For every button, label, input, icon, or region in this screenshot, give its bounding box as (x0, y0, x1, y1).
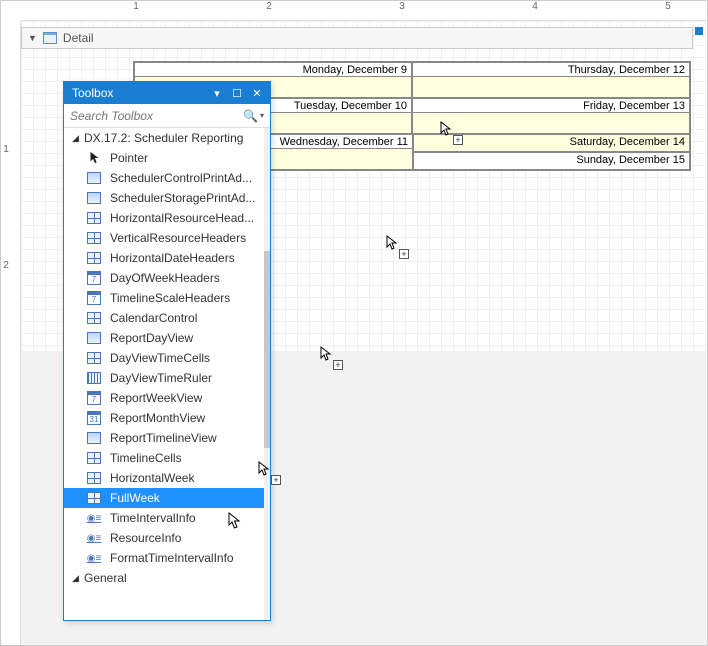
toolbox-item[interactable]: TimelineCells (64, 448, 270, 468)
toolbox-item-label: TimelineCells (110, 451, 182, 465)
toolbox-item-label: SchedulerControlPrintAd... (110, 171, 252, 185)
toolbox-category[interactable]: ◢ DX.17.2: Scheduler Reporting (64, 128, 270, 148)
toolbox-item-label: ReportDayView (110, 331, 193, 345)
selection-handle[interactable] (695, 27, 703, 35)
scrollbar-track[interactable] (264, 128, 270, 620)
vertical-ruler: 1 2 (1, 21, 21, 645)
toolbox-item[interactable]: HorizontalWeek (64, 468, 270, 488)
toolbox-item[interactable]: ◉≡FormatTimeIntervalInfo (64, 548, 270, 568)
toolbox-item[interactable]: Pointer (64, 148, 270, 168)
toolbox-titlebar[interactable]: Toolbox ▾ ☐ ✕ (64, 82, 270, 104)
toolbox-item[interactable]: HorizontalResourceHead... (64, 208, 270, 228)
toolbox-item-label: ReportWeekView (110, 391, 202, 405)
close-icon[interactable]: ✕ (248, 85, 266, 101)
day-header: Friday, December 13 (413, 99, 689, 113)
toolbox-list[interactable]: ◢ DX.17.2: Scheduler Reporting Pointer Sc… (64, 128, 270, 620)
drag-cursor-icon: + (385, 235, 405, 255)
toolbox-item-label: FullWeek (110, 491, 160, 505)
collapse-icon[interactable]: ▼ (28, 33, 37, 43)
caret-down-icon: ◢ (72, 573, 80, 584)
toolbox-item-label: FormatTimeIntervalInfo (110, 551, 234, 565)
day-header: Monday, December 9 (135, 63, 411, 77)
toolbox-item[interactable]: 31ReportMonthView (64, 408, 270, 428)
scheduler-cell: Thursday, December 12 (412, 62, 690, 98)
toolbox-item-label: TimeIntervalInfo (110, 511, 196, 525)
toolbox-item[interactable]: ◉≡TimeIntervalInfo (64, 508, 270, 528)
toolbox-item[interactable]: SchedulerStoragePrintAd... (64, 188, 270, 208)
toolbox-item[interactable]: VerticalResourceHeaders (64, 228, 270, 248)
detail-label: Detail (63, 31, 94, 45)
search-dropdown-icon[interactable]: ▾ (260, 111, 264, 120)
toolbox-title: Toolbox (72, 86, 206, 100)
toolbox-item[interactable]: DayViewTimeCells (64, 348, 270, 368)
toolbox-item[interactable]: 7ReportWeekView (64, 388, 270, 408)
toolbox-item-label: DayViewTimeCells (110, 351, 210, 365)
toolbox-item-label: HorizontalWeek (110, 471, 194, 485)
scheduler-cell: Friday, December 13 (412, 98, 690, 134)
category-label: General (84, 571, 127, 585)
horizontal-ruler: 1 2 3 4 5 (21, 1, 707, 21)
day-header: Thursday, December 12 (413, 63, 689, 77)
toolbox-item-label: Pointer (110, 151, 148, 165)
toolbox-category[interactable]: ◢ General (64, 568, 270, 588)
toolbox-panel[interactable]: Toolbox ▾ ☐ ✕ 🔍 ▾ ◢ DX.17.2: Scheduler R… (63, 81, 271, 621)
toolbox-item[interactable]: CalendarControl (64, 308, 270, 328)
maximize-icon[interactable]: ☐ (228, 85, 246, 101)
toolbox-item-label: VerticalResourceHeaders (110, 231, 246, 245)
toolbox-item-label: CalendarControl (110, 311, 197, 325)
category-label: DX.17.2: Scheduler Reporting (84, 131, 243, 145)
toolbox-item[interactable]: 7TimelineScaleHeaders (64, 288, 270, 308)
toolbox-item-label: ReportTimelineView (110, 431, 217, 445)
toolbox-item-label: SchedulerStoragePrintAd... (110, 191, 255, 205)
toolbox-item-label: TimelineScaleHeaders (110, 291, 230, 305)
caret-down-icon: ◢ (72, 133, 80, 144)
toolbox-item[interactable]: ReportDayView (64, 328, 270, 348)
toolbox-item-label: HorizontalResourceHead... (110, 211, 254, 225)
toolbox-item-label: ResourceInfo (110, 531, 181, 545)
dropdown-icon[interactable]: ▾ (208, 85, 226, 101)
toolbox-item-label: HorizontalDateHeaders (110, 251, 235, 265)
toolbox-item[interactable]: ◉≡ResourceInfo (64, 528, 270, 548)
toolbox-item[interactable]: DayViewTimeRuler (64, 368, 270, 388)
toolbox-item[interactable]: HorizontalDateHeaders (64, 248, 270, 268)
scrollbar-thumb[interactable] (264, 251, 270, 448)
search-input[interactable] (70, 109, 243, 123)
day-header: Saturday, December 14 (414, 135, 689, 151)
scheduler-cell: Sunday, December 15 (413, 152, 690, 170)
toolbox-item[interactable]: ReportTimelineView (64, 428, 270, 448)
detail-icon (43, 32, 57, 44)
day-header: Sunday, December 15 (414, 153, 689, 169)
toolbox-item-label: ReportMonthView (110, 411, 205, 425)
toolbox-item-label: DayViewTimeRuler (110, 371, 212, 385)
toolbox-item-label: DayOfWeekHeaders (110, 271, 220, 285)
detail-band-header[interactable]: ▼ Detail (21, 27, 693, 49)
toolbox-search[interactable]: 🔍 ▾ (64, 104, 270, 128)
toolbox-item[interactable]: FullWeek (64, 488, 270, 508)
scheduler-cell: Saturday, December 14 (413, 134, 690, 152)
toolbox-item[interactable]: 7DayOfWeekHeaders (64, 268, 270, 288)
toolbox-item[interactable]: SchedulerControlPrintAd... (64, 168, 270, 188)
search-icon[interactable]: 🔍 (243, 109, 258, 123)
